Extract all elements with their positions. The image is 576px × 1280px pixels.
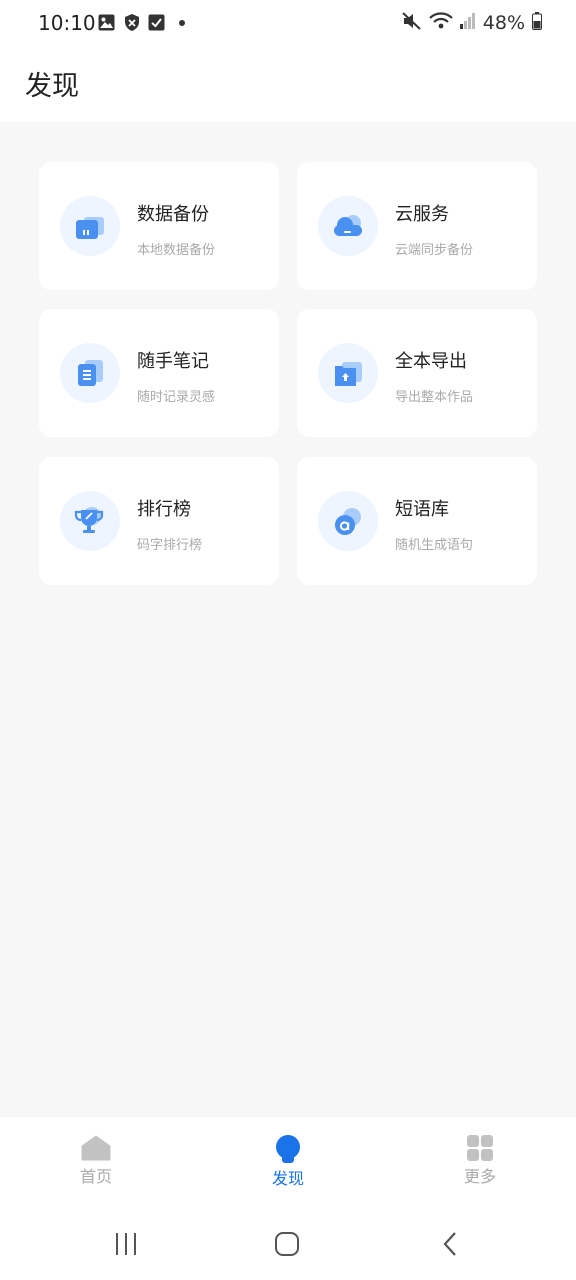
export-icon: [335, 362, 362, 386]
card-title: 短语库: [395, 499, 449, 520]
card-title: 排行榜: [137, 499, 191, 520]
nav-more[interactable]: 更多: [440, 1135, 520, 1187]
wifi-icon: [428, 12, 453, 34]
card-phrase-library[interactable]: 短语库 随机生成语句: [297, 457, 537, 585]
card-quick-notes[interactable]: 随手笔记 随时记录灵感: [39, 309, 279, 437]
more-notifications-dot-icon: [179, 19, 185, 26]
signal-icon: [459, 13, 476, 33]
nav-home[interactable]: 首页: [56, 1135, 136, 1187]
backup-icon: [76, 217, 104, 239]
card-subtitle: 随机生成语句: [395, 538, 474, 553]
back-button[interactable]: [430, 1226, 470, 1262]
nav-label: 首页: [79, 1167, 112, 1186]
shield-notification-icon: [123, 14, 140, 31]
bottom-nav: 首页 发现 更多: [0, 1117, 576, 1208]
nav-discover[interactable]: 发现: [248, 1135, 328, 1189]
home-circle-icon: [275, 1232, 299, 1256]
nav-label: 更多: [463, 1167, 496, 1186]
card-full-export[interactable]: 全本导出 导出整本作品: [297, 309, 537, 437]
status-bar: 10:10 48%: [0, 0, 576, 46]
phrase-icon: [335, 508, 361, 535]
battery-icon: [532, 12, 542, 34]
card-subtitle: 码字排行榜: [137, 538, 203, 553]
card-title: 云服务: [395, 204, 449, 225]
app-header: 发现: [0, 46, 576, 122]
page-title: 发现: [25, 71, 79, 102]
mute-icon: [402, 12, 422, 34]
card-subtitle: 本地数据备份: [137, 243, 216, 258]
discover-icon: [276, 1135, 300, 1163]
card-data-backup[interactable]: 数据备份 本地数据备份: [39, 162, 279, 290]
battery-percent: 48%: [482, 12, 525, 34]
card-subtitle: 导出整本作品: [395, 390, 474, 405]
card-cloud-service[interactable]: 云服务 云端同步备份: [297, 162, 537, 290]
image-notification-icon: [98, 14, 115, 31]
card-leaderboard[interactable]: 排行榜 码字排行榜: [39, 457, 279, 585]
grid-icon: [467, 1135, 493, 1161]
status-time: 10:10: [38, 11, 96, 35]
trophy-icon: [74, 507, 104, 533]
home-button[interactable]: [267, 1226, 307, 1262]
note-icon: [78, 360, 103, 386]
card-title: 数据备份: [137, 204, 209, 225]
card-subtitle: 云端同步备份: [395, 243, 474, 258]
card-subtitle: 随时记录灵感: [137, 390, 216, 405]
home-icon: [81, 1135, 111, 1161]
nav-label: 发现: [271, 1169, 304, 1188]
system-nav-bar: [0, 1208, 576, 1280]
card-title: 随手笔记: [137, 351, 209, 372]
cloud-icon: [334, 215, 362, 236]
card-title: 全本导出: [395, 351, 467, 372]
check-notification-icon: [148, 14, 165, 31]
recent-apps-button[interactable]: [106, 1226, 146, 1262]
back-icon: [443, 1232, 456, 1256]
recent-apps-icon: [116, 1233, 136, 1255]
